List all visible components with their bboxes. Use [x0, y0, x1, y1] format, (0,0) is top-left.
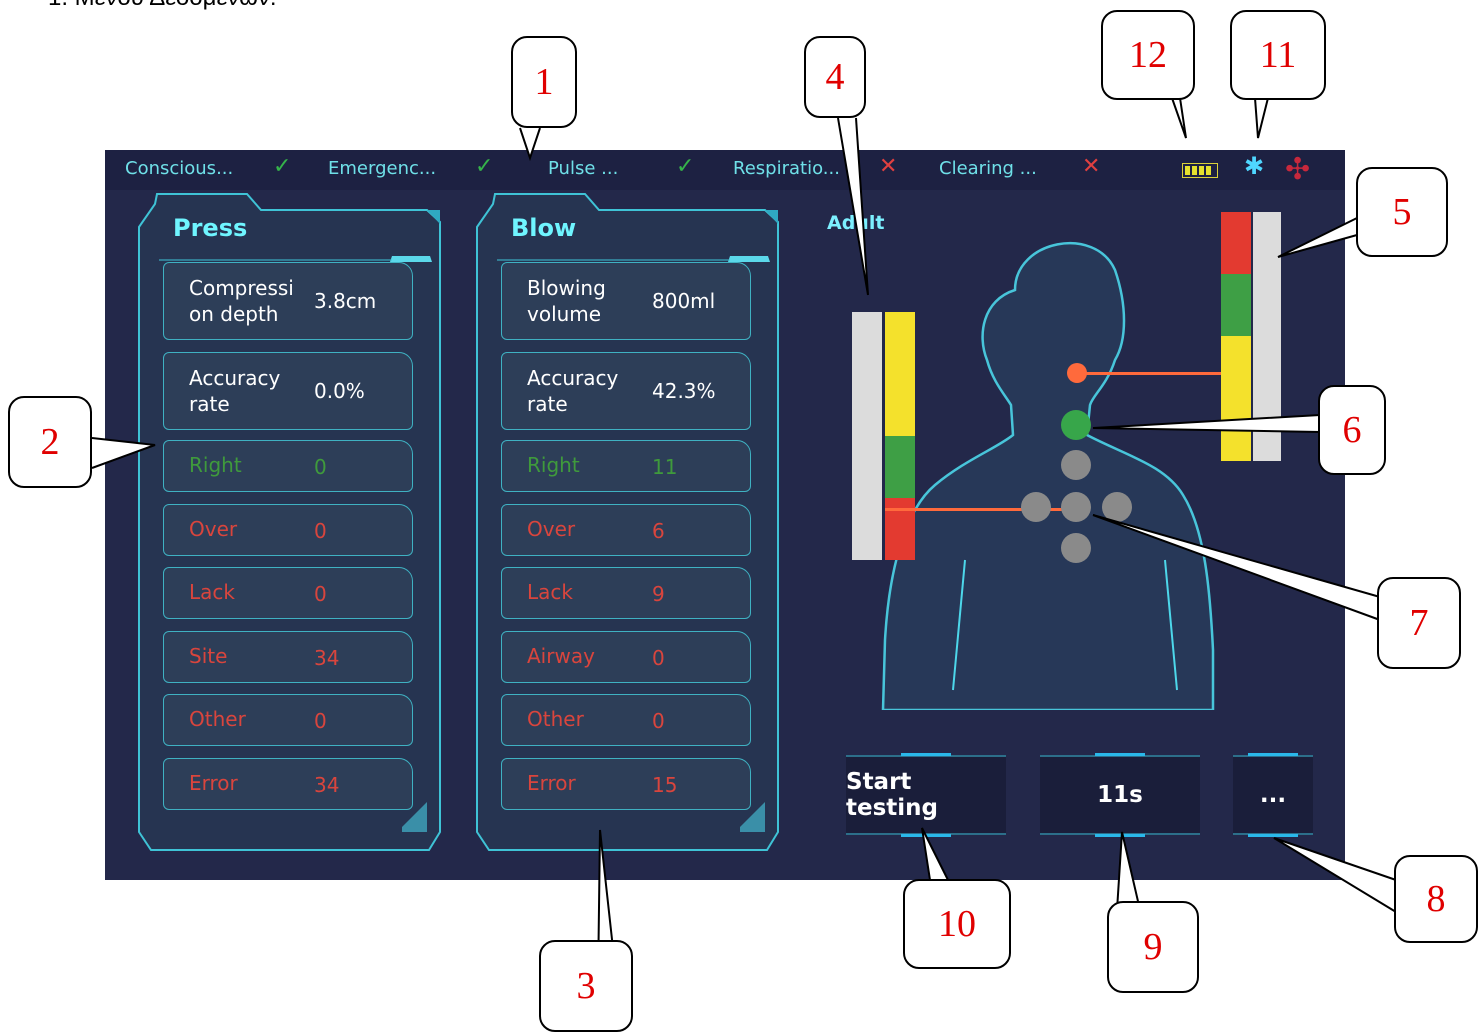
callout-4: 4 [804, 36, 866, 118]
callout-7: 7 [1377, 577, 1461, 669]
callout-11: 11 [1230, 10, 1326, 100]
callout-pointers [91, 97, 1397, 986]
callout-3: 3 [539, 940, 633, 1032]
callout-10: 10 [903, 879, 1011, 969]
callout-5: 5 [1356, 167, 1448, 257]
callout-1: 1 [511, 36, 577, 128]
callout-12: 12 [1101, 10, 1195, 100]
callout-6: 6 [1318, 385, 1386, 475]
callout-9: 9 [1107, 901, 1199, 993]
callout-2: 2 [8, 396, 92, 488]
callout-8: 8 [1394, 855, 1478, 943]
